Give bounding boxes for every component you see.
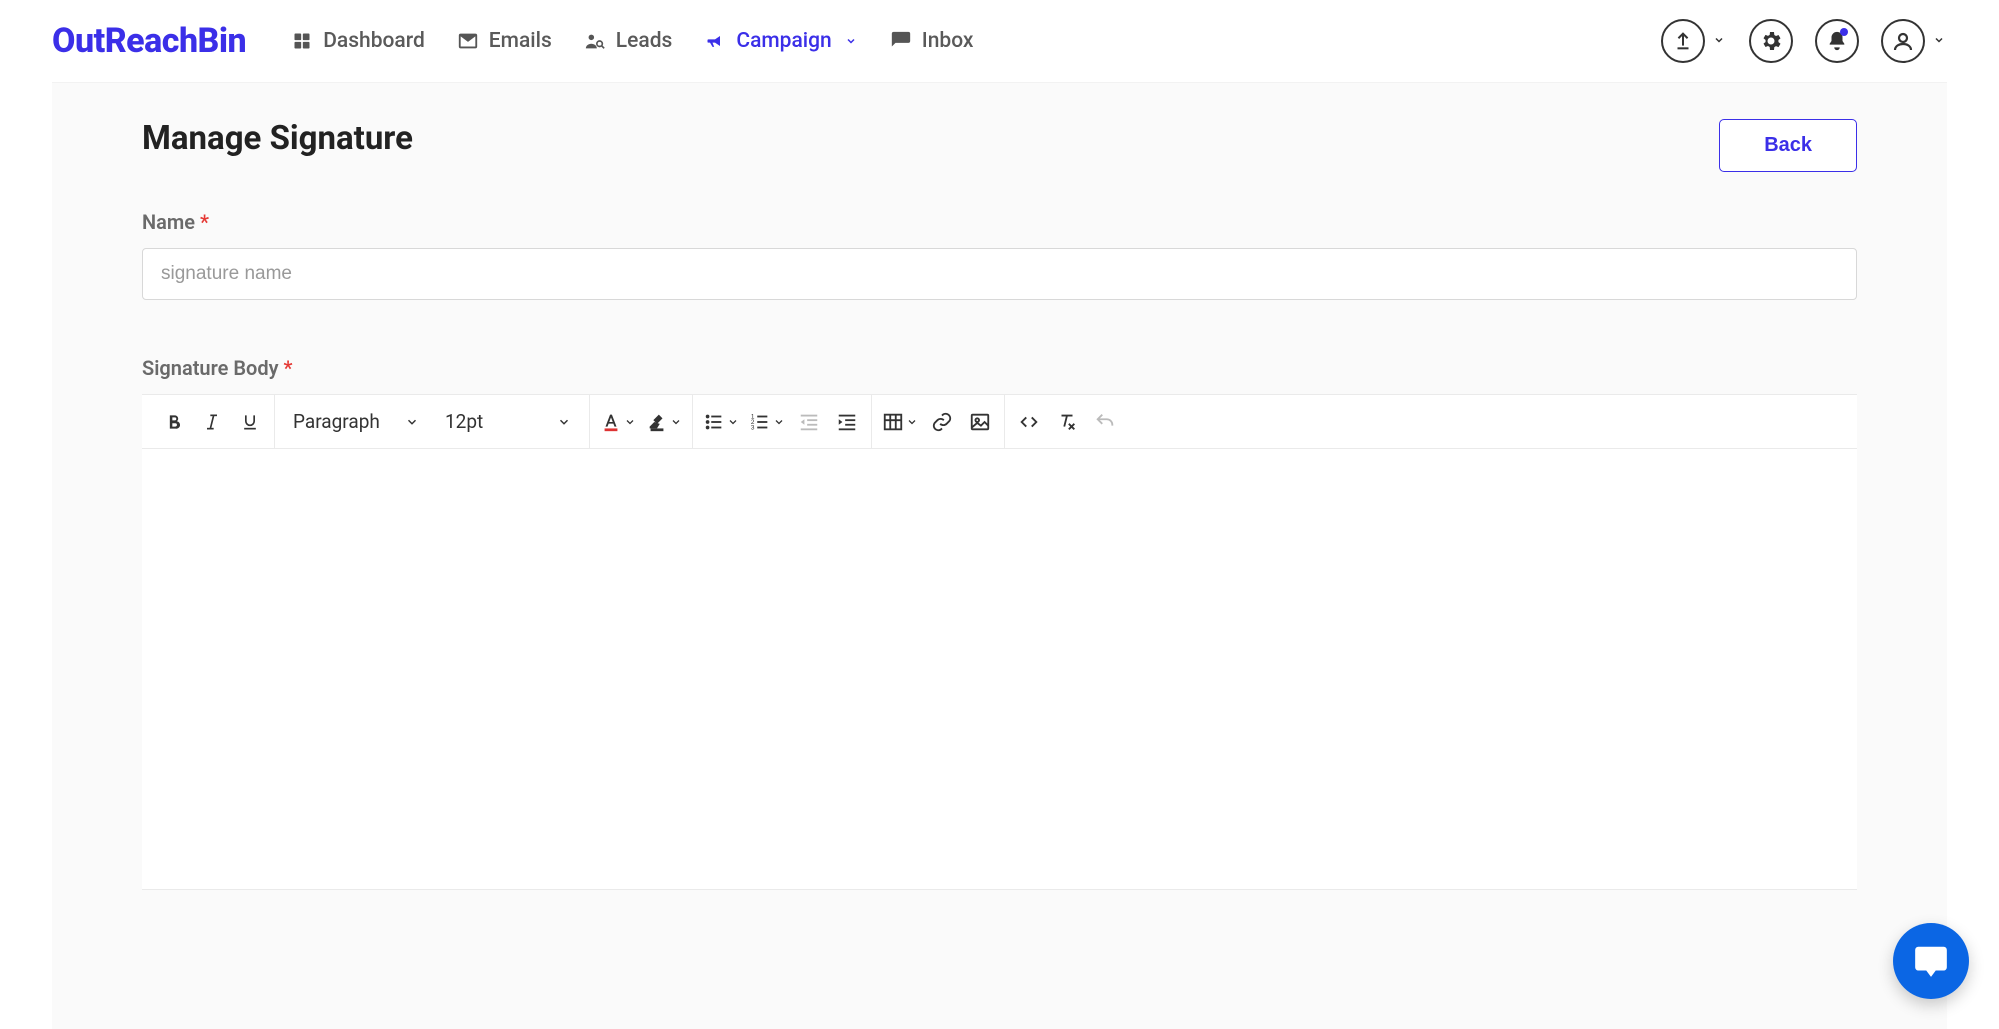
nav-label: Inbox	[922, 29, 974, 53]
chevron-down-icon	[670, 416, 682, 428]
page-header: Manage Signature Back	[142, 119, 1857, 172]
page-title: Manage Signature	[142, 119, 413, 158]
svg-text:3: 3	[751, 424, 755, 431]
table-button[interactable]	[878, 411, 922, 433]
notifications-button[interactable]	[1815, 19, 1859, 63]
name-label-text: Name	[142, 210, 195, 234]
chevron-down-icon	[624, 416, 636, 428]
underline-button[interactable]	[232, 404, 268, 440]
chevron-down-icon	[773, 416, 785, 428]
code-button[interactable]	[1011, 404, 1047, 440]
signature-body-editor[interactable]	[142, 449, 1857, 889]
header-actions	[1661, 19, 1947, 63]
nav-item-emails[interactable]: Emails	[457, 29, 552, 53]
nav-item-campaign[interactable]: Campaign	[704, 29, 857, 53]
outdent-icon	[798, 411, 820, 433]
bullet-list-icon	[703, 411, 725, 433]
chevron-down-icon	[1713, 34, 1727, 48]
body-label-text: Signature Body	[142, 356, 279, 380]
body-label: Signature Body *	[142, 356, 1857, 380]
chevron-down-icon	[405, 415, 419, 429]
italic-icon	[202, 412, 222, 432]
settings-button[interactable]	[1749, 19, 1793, 63]
notification-dot	[1840, 28, 1848, 36]
signature-name-input[interactable]	[142, 248, 1857, 300]
gear-icon	[1759, 29, 1783, 53]
profile-action[interactable]	[1881, 19, 1947, 63]
chevron-down-icon	[844, 34, 858, 48]
indent-button[interactable]	[829, 404, 865, 440]
chat-widget-button[interactable]	[1893, 923, 1969, 999]
chevron-down-icon	[1933, 34, 1947, 48]
table-icon	[882, 411, 904, 433]
clear-format-button[interactable]	[1049, 404, 1085, 440]
required-asterisk: *	[284, 356, 293, 380]
bold-button[interactable]	[156, 404, 192, 440]
people-search-icon	[584, 30, 606, 52]
font-size-select[interactable]: 12pt	[433, 403, 583, 441]
profile-circle	[1881, 19, 1925, 63]
numbered-list-button[interactable]: 123	[745, 411, 789, 433]
chevron-down-icon	[906, 416, 918, 428]
user-icon	[1891, 29, 1915, 53]
brand-name-text: OutReachBin	[52, 21, 246, 61]
code-icon	[1018, 411, 1040, 433]
nav-label: Emails	[489, 29, 552, 53]
nav-label: Leads	[616, 29, 673, 53]
bold-icon	[164, 412, 184, 432]
megaphone-icon	[704, 30, 726, 52]
clear-format-icon	[1056, 411, 1078, 433]
text-color-icon	[600, 411, 622, 433]
undo-icon	[1094, 411, 1116, 433]
block-format-select[interactable]: Paragraph	[281, 403, 431, 441]
back-button[interactable]: Back	[1719, 119, 1857, 172]
chevron-down-icon	[557, 415, 571, 429]
name-label: Name *	[142, 210, 1857, 234]
nav-item-dashboard[interactable]: Dashboard	[291, 29, 425, 53]
grid-icon	[291, 30, 313, 52]
comment-icon	[890, 30, 912, 52]
underline-icon	[240, 412, 260, 432]
highlight-icon	[646, 411, 668, 433]
highlight-button[interactable]	[642, 411, 686, 433]
main-content: Manage Signature Back Name * Signature B…	[52, 82, 1947, 1029]
outdent-button[interactable]	[791, 404, 827, 440]
rich-text-editor: Paragraph 12pt	[142, 394, 1857, 890]
main-nav: Dashboard Emails Leads Campaign	[291, 29, 973, 53]
numbered-list-icon: 123	[749, 411, 771, 433]
editor-toolbar: Paragraph 12pt	[142, 395, 1857, 449]
text-color-button[interactable]	[596, 411, 640, 433]
chevron-down-icon	[727, 416, 739, 428]
link-icon	[931, 411, 953, 433]
bullet-list-button[interactable]	[699, 411, 743, 433]
nav-item-leads[interactable]: Leads	[584, 29, 673, 53]
mail-icon	[457, 30, 479, 52]
italic-button[interactable]	[194, 404, 230, 440]
upload-action[interactable]	[1661, 19, 1727, 63]
indent-icon	[836, 411, 858, 433]
link-button[interactable]	[924, 404, 960, 440]
chat-icon	[1912, 942, 1950, 980]
nav-label: Dashboard	[323, 29, 425, 53]
nav-item-inbox[interactable]: Inbox	[890, 29, 974, 53]
undo-button[interactable]	[1087, 404, 1123, 440]
app-header: OutReachBin Dashboard Emails Leads Cam	[0, 0, 1999, 82]
font-size-value: 12pt	[445, 410, 483, 433]
nav-label: Campaign	[736, 29, 831, 53]
block-format-value: Paragraph	[293, 410, 380, 433]
image-button[interactable]	[962, 404, 998, 440]
upload-circle	[1661, 19, 1705, 63]
required-asterisk: *	[200, 210, 209, 234]
image-icon	[969, 411, 991, 433]
brand-logo[interactable]: OutReachBin	[52, 21, 246, 61]
upload-icon	[1672, 30, 1694, 52]
